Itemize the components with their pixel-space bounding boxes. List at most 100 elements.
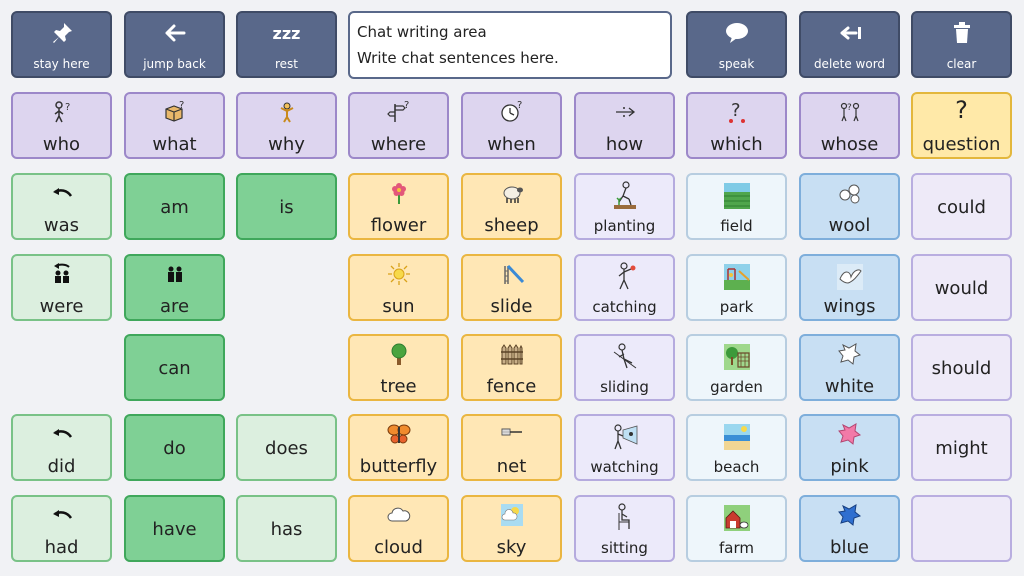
word-should[interactable]: should <box>911 334 1012 401</box>
garden-icon <box>688 342 785 372</box>
clock-question-icon: ? <box>463 100 560 124</box>
rest-button[interactable]: zzz rest <box>236 11 337 78</box>
word-why[interactable]: why <box>236 92 337 159</box>
word-park[interactable]: park <box>686 254 787 321</box>
word-has[interactable]: has <box>236 495 337 562</box>
word-tree[interactable]: tree <box>348 334 449 401</box>
word-label: what <box>152 134 197 155</box>
delete-word-label: delete word <box>813 57 886 71</box>
word-field[interactable]: field <box>686 173 787 240</box>
word-blue[interactable]: blue <box>799 495 900 562</box>
word-label: have <box>152 519 197 540</box>
word-label: sitting <box>601 539 648 557</box>
word-does[interactable]: does <box>236 414 337 481</box>
word-label: field <box>720 217 753 235</box>
word-planting[interactable]: planting <box>574 173 675 240</box>
word-slide[interactable]: slide <box>461 254 562 321</box>
word-where[interactable]: ? where <box>348 92 449 159</box>
word-label: are <box>159 296 190 317</box>
word-label: sheep <box>484 215 539 236</box>
word-label: could <box>937 197 986 218</box>
word-what[interactable]: ? what <box>124 92 225 159</box>
word-label: had <box>44 537 79 558</box>
word-white[interactable]: white <box>799 334 900 401</box>
word-would[interactable]: would <box>911 254 1012 321</box>
field-icon <box>688 181 785 211</box>
word-wool[interactable]: wool <box>799 173 900 240</box>
word-might[interactable]: might <box>911 414 1012 481</box>
word-can[interactable]: can <box>124 334 225 401</box>
word-are[interactable]: are <box>124 254 225 321</box>
word-were[interactable]: were <box>11 254 112 321</box>
word-watching[interactable]: watching <box>574 414 675 481</box>
word-label: is <box>279 197 294 218</box>
word-when[interactable]: ? when <box>461 92 562 159</box>
delete-word-button[interactable]: delete word <box>799 11 900 78</box>
slide-icon <box>463 262 560 286</box>
word-could[interactable]: could <box>911 173 1012 240</box>
word-had[interactable]: had <box>11 495 112 562</box>
word-question[interactable]: ? question <box>911 92 1012 159</box>
speak-button[interactable]: speak <box>686 11 787 78</box>
stay-here-button[interactable]: stay here <box>11 11 112 78</box>
blue-splash-icon <box>801 503 898 527</box>
word-label: farm <box>719 539 754 557</box>
word-label: flower <box>370 215 427 236</box>
chat-writing-area[interactable]: Chat writing area Write chat sentences h… <box>348 11 672 79</box>
jump-back-label: jump back <box>143 57 206 71</box>
word-wings[interactable]: wings <box>799 254 900 321</box>
word-label: beach <box>713 458 760 476</box>
word-label: net <box>496 456 527 477</box>
word-label: am <box>160 197 189 218</box>
jump-back-button[interactable]: jump back <box>124 11 225 78</box>
word-who[interactable]: ? who <box>11 92 112 159</box>
word-farm[interactable]: farm <box>686 495 787 562</box>
word-net[interactable]: net <box>461 414 562 481</box>
word-was[interactable]: was <box>11 173 112 240</box>
empty-cell[interactable] <box>911 495 1012 562</box>
butterfly-icon <box>350 422 447 446</box>
word-whose[interactable]: ? whose <box>799 92 900 159</box>
word-label: slide <box>490 296 533 317</box>
word-pink[interactable]: pink <box>799 414 900 481</box>
word-label: should <box>931 358 992 379</box>
word-garden[interactable]: garden <box>686 334 787 401</box>
word-label: when <box>487 134 536 155</box>
word-sheep[interactable]: sheep <box>461 173 562 240</box>
word-sitting[interactable]: sitting <box>574 495 675 562</box>
svg-text:?: ? <box>517 100 522 111</box>
word-am[interactable]: am <box>124 173 225 240</box>
word-label: wool <box>828 215 871 236</box>
word-have[interactable]: have <box>124 495 225 562</box>
signpost-question-icon: ? <box>350 100 447 124</box>
word-is[interactable]: is <box>236 173 337 240</box>
word-beach[interactable]: beach <box>686 414 787 481</box>
word-flower[interactable]: flower <box>348 173 449 240</box>
word-did[interactable]: did <box>11 414 112 481</box>
word-butterfly[interactable]: butterfly <box>348 414 449 481</box>
word-how[interactable]: how <box>574 92 675 159</box>
bird-wings-icon <box>801 262 898 292</box>
sky-icon <box>463 503 560 527</box>
backspace-arrow-icon <box>801 21 898 45</box>
word-do[interactable]: do <box>124 414 225 481</box>
word-label: watching <box>590 458 659 476</box>
word-which[interactable]: ? which <box>686 92 787 159</box>
word-sky[interactable]: sky <box>461 495 562 562</box>
word-label: which <box>710 134 763 155</box>
word-label: sky <box>496 537 527 558</box>
past-arrow-icon <box>13 181 110 205</box>
word-label: park <box>719 298 754 316</box>
word-label: pink <box>830 456 869 477</box>
clear-button[interactable]: clear <box>911 11 1012 78</box>
word-cloud[interactable]: cloud <box>348 495 449 562</box>
people-icon <box>126 262 223 286</box>
word-sliding[interactable]: sliding <box>574 334 675 401</box>
svg-text:?: ? <box>731 100 741 121</box>
word-label: where <box>370 134 427 155</box>
farm-icon <box>688 503 785 533</box>
word-catching[interactable]: catching <box>574 254 675 321</box>
word-label: were <box>39 296 84 317</box>
word-fence[interactable]: fence <box>461 334 562 401</box>
word-sun[interactable]: sun <box>348 254 449 321</box>
